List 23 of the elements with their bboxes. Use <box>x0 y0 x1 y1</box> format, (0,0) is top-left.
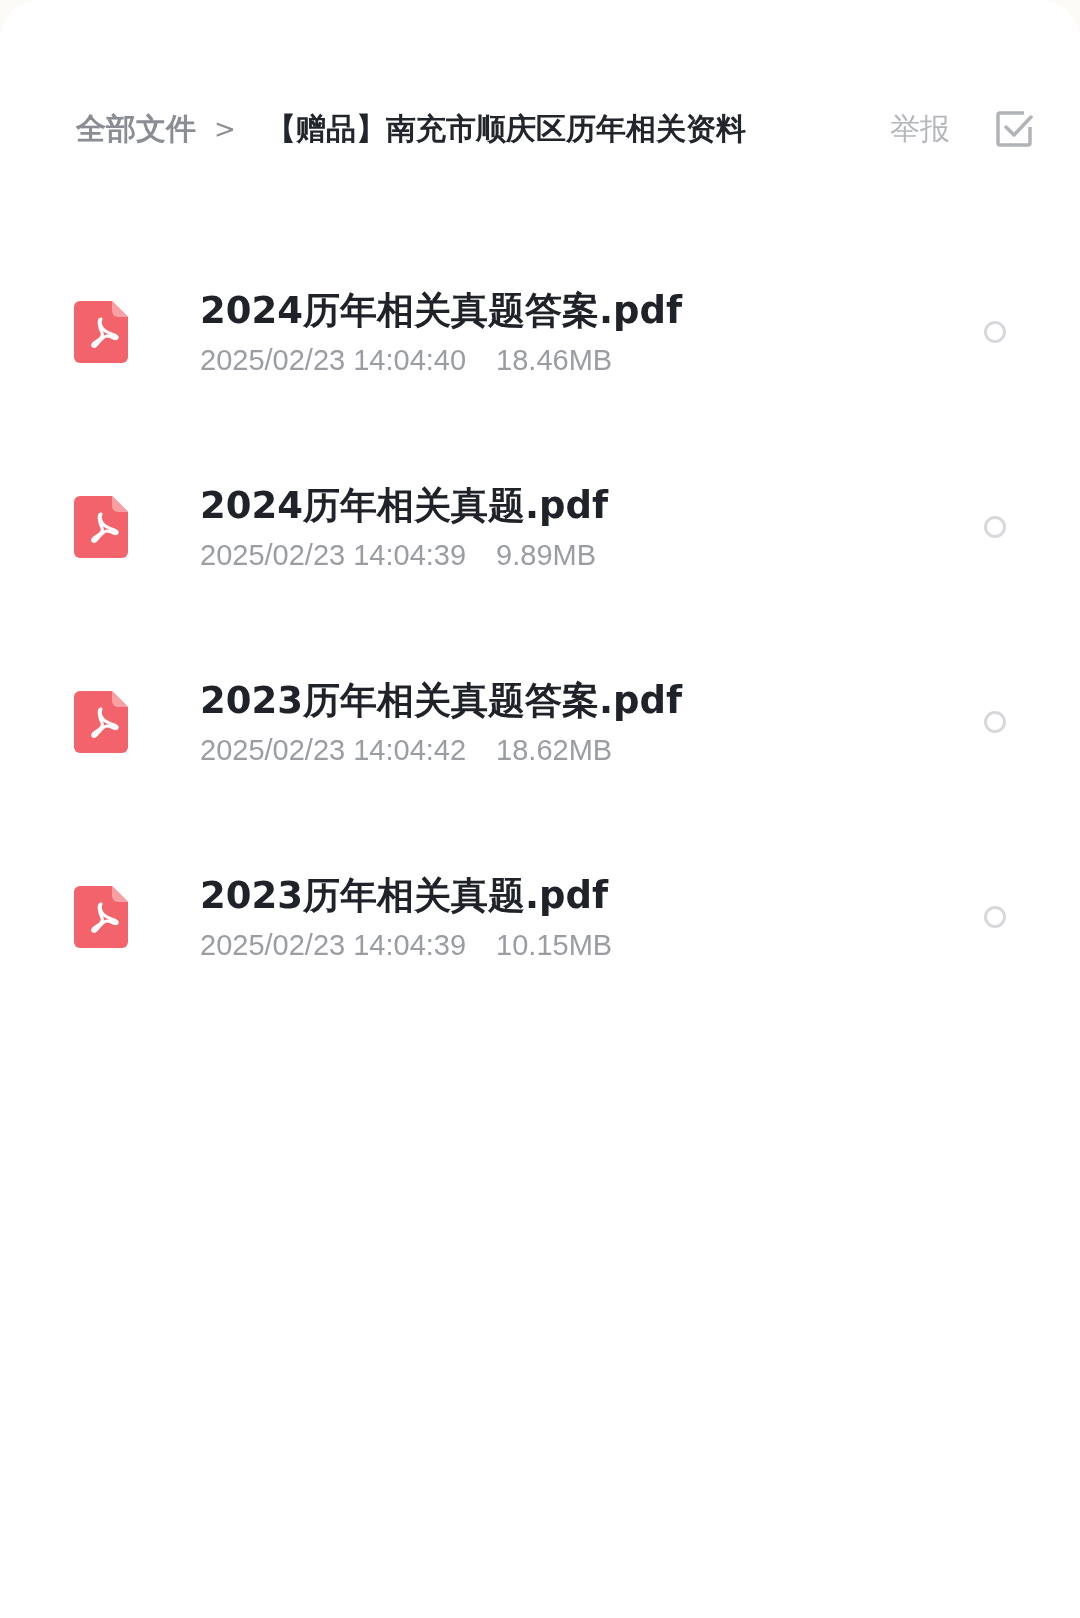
file-date: 2025/02/23 14:04:39 <box>200 539 467 572</box>
file-date: 2025/02/23 14:04:39 <box>200 929 467 962</box>
file-name[interactable]: 2024历年相关真题.pdf <box>200 481 984 531</box>
file-name[interactable]: 2023历年相关真题答案.pdf <box>200 676 984 726</box>
file-size: 9.89MB <box>496 539 597 572</box>
file-date: 2025/02/23 14:04:40 <box>200 344 467 377</box>
file-size: 10.15MB <box>496 929 613 962</box>
select-radio[interactable] <box>984 515 1006 538</box>
multi-select-icon[interactable] <box>994 109 1034 149</box>
select-radio[interactable] <box>984 320 1006 343</box>
breadcrumb-separator: > <box>214 114 236 144</box>
select-radio[interactable] <box>984 905 1006 928</box>
pdf-file-icon <box>74 495 128 558</box>
file-name[interactable]: 2023历年相关真题.pdf <box>200 871 984 921</box>
file-name[interactable]: 2024历年相关真题答案.pdf <box>200 286 984 336</box>
pdf-file-icon <box>74 300 128 363</box>
pdf-file-icon <box>74 690 128 753</box>
file-date: 2025/02/23 14:04:42 <box>200 734 467 767</box>
pdf-file-icon <box>74 885 128 948</box>
folder-title: 【赠品】南充市顺庆区历年相关资料 <box>265 109 747 148</box>
file-size: 18.62MB <box>496 734 613 767</box>
file-size: 18.46MB <box>496 344 613 377</box>
select-radio[interactable] <box>984 710 1006 733</box>
